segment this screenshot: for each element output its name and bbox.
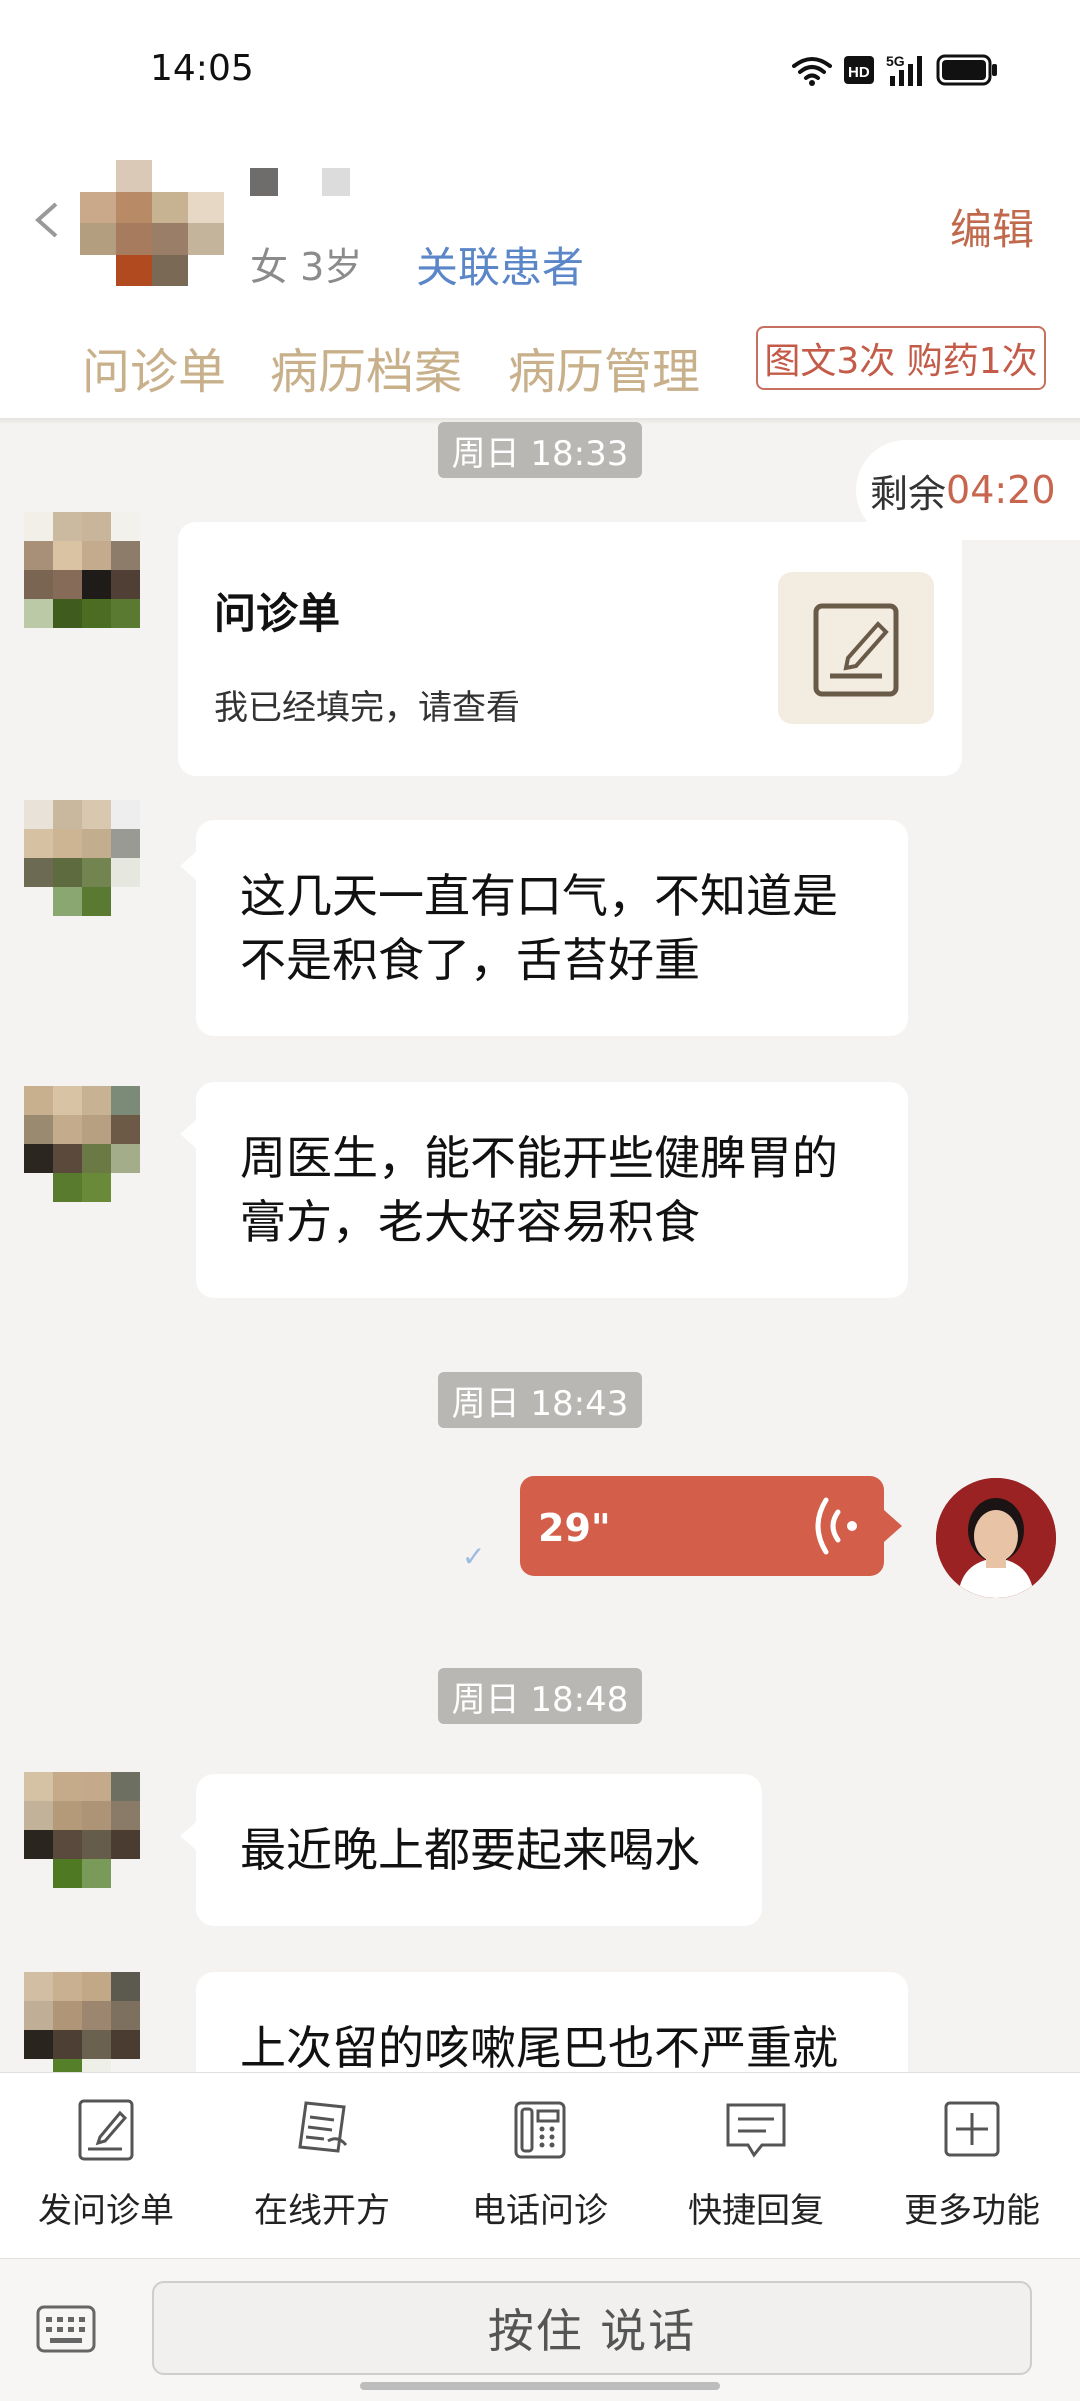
phone-icon <box>514 2101 566 2159</box>
toolbar-label: 在线开方 <box>254 2191 390 2231</box>
patient-message-avatar[interactable] <box>24 1772 140 1888</box>
voice-bubble-tail <box>884 1510 902 1542</box>
action-toolbar: 发问诊单 在线开方 电话问诊 快捷回复 更多功能 <box>0 2072 1080 2259</box>
online-prescription-button[interactable]: 在线开方 <box>222 2095 422 2232</box>
edit-button[interactable]: 编辑 <box>950 196 1034 257</box>
form-edit-icon <box>78 2099 134 2161</box>
home-indicator[interactable] <box>360 2382 720 2390</box>
svg-text:HD: HD <box>848 64 870 81</box>
patient-gender-age: 女 3岁 <box>250 245 363 289</box>
phone-consult-button[interactable]: 电话问诊 <box>440 2095 640 2232</box>
patient-message-bubble[interactable]: 周医生，能不能开些健脾胃的膏方，老大好容易积食 <box>196 1082 908 1298</box>
battery-icon <box>936 54 997 86</box>
doctor-photo <box>936 1478 1056 1598</box>
remaining-label: 剩余 <box>870 471 947 516</box>
quick-reply-button[interactable]: 快捷回复 <box>656 2095 856 2232</box>
message-text: 最近晚上都要起来喝水 <box>240 1823 700 1877</box>
voice-wave-icon <box>815 1497 857 1555</box>
message-text: 周医生，能不能开些健脾胃的膏方，老大好容易积食 <box>240 1131 838 1249</box>
patient-name-redacted <box>250 168 370 196</box>
remaining-value: 04:20 <box>946 468 1056 512</box>
patient-message-avatar[interactable] <box>24 512 140 628</box>
input-bar: 按住 说话 <box>0 2258 1080 2401</box>
patient-message-avatar[interactable] <box>24 800 140 916</box>
plus-icon <box>944 2101 1000 2157</box>
header: 14:05 HD 5G 女 3岁 关联患者 编辑 问诊单 病历档案 病历管理 图… <box>0 0 1080 420</box>
patient-message-bubble[interactable]: 这几天一直有口气，不知道是不是积食了，舌苔好重 <box>196 820 908 1036</box>
patient-message-avatar[interactable] <box>24 1972 140 2088</box>
form-card-icon-box <box>778 572 934 724</box>
form-edit-icon <box>813 603 899 697</box>
voice-duration: 29" <box>538 1506 611 1550</box>
bubble-tail <box>180 852 196 880</box>
push-to-talk-button[interactable]: 按住 说话 <box>152 2281 1032 2375</box>
toolbar-label: 快捷回复 <box>688 2191 824 2231</box>
patient-message-avatar[interactable] <box>24 1086 140 1202</box>
message-text: 上次留的咳嗽尾巴也不严重就 <box>240 2021 838 2072</box>
toolbar-label: 电话问诊 <box>472 2191 608 2231</box>
tab-medical-records[interactable]: 病历档案 <box>270 332 462 402</box>
patient-message-bubble[interactable]: 最近晚上都要起来喝水 <box>196 1774 762 1926</box>
service-count-badge[interactable]: 图文3次 购药1次 <box>756 326 1046 390</box>
toolbar-label: 更多功能 <box>904 2191 1040 2231</box>
form-card-title: 问诊单 <box>214 589 341 638</box>
svg-text:5G: 5G <box>886 53 905 69</box>
keyboard-icon[interactable] <box>36 2305 96 2353</box>
timestamp: 周日 18:43 <box>438 1372 642 1428</box>
timestamp: 周日 18:48 <box>438 1668 642 1724</box>
link-patient-button[interactable]: 关联患者 <box>416 234 584 295</box>
patient-avatar[interactable] <box>80 160 224 286</box>
prescription-icon <box>298 2101 348 2153</box>
read-check-icon: ✓ <box>462 1540 486 1573</box>
more-functions-button[interactable]: 更多功能 <box>872 2095 1072 2232</box>
patient-message-bubble[interactable]: 上次留的咳嗽尾巴也不严重就 <box>196 1972 908 2072</box>
send-consult-form-button[interactable]: 发问诊单 <box>6 2095 206 2232</box>
doctor-avatar[interactable] <box>936 1478 1056 1598</box>
wifi-icon <box>792 57 832 86</box>
timestamp: 周日 18:33 <box>438 422 642 478</box>
bubble-tail <box>180 1120 196 1148</box>
back-icon[interactable] <box>30 200 66 240</box>
status-icons: HD 5G <box>792 53 997 86</box>
bubble-tail <box>180 1822 196 1850</box>
tab-record-management[interactable]: 病历管理 <box>508 332 700 402</box>
quick-reply-icon <box>726 2103 786 2158</box>
toolbar-label: 发问诊单 <box>38 2191 174 2231</box>
message-text: 这几天一直有口气，不知道是不是积食了，舌苔好重 <box>240 869 838 987</box>
tab-consult-form[interactable]: 问诊单 <box>82 332 226 402</box>
form-card-subtitle: 我已经填完，请查看 <box>214 688 520 728</box>
status-time: 14:05 <box>150 48 254 89</box>
